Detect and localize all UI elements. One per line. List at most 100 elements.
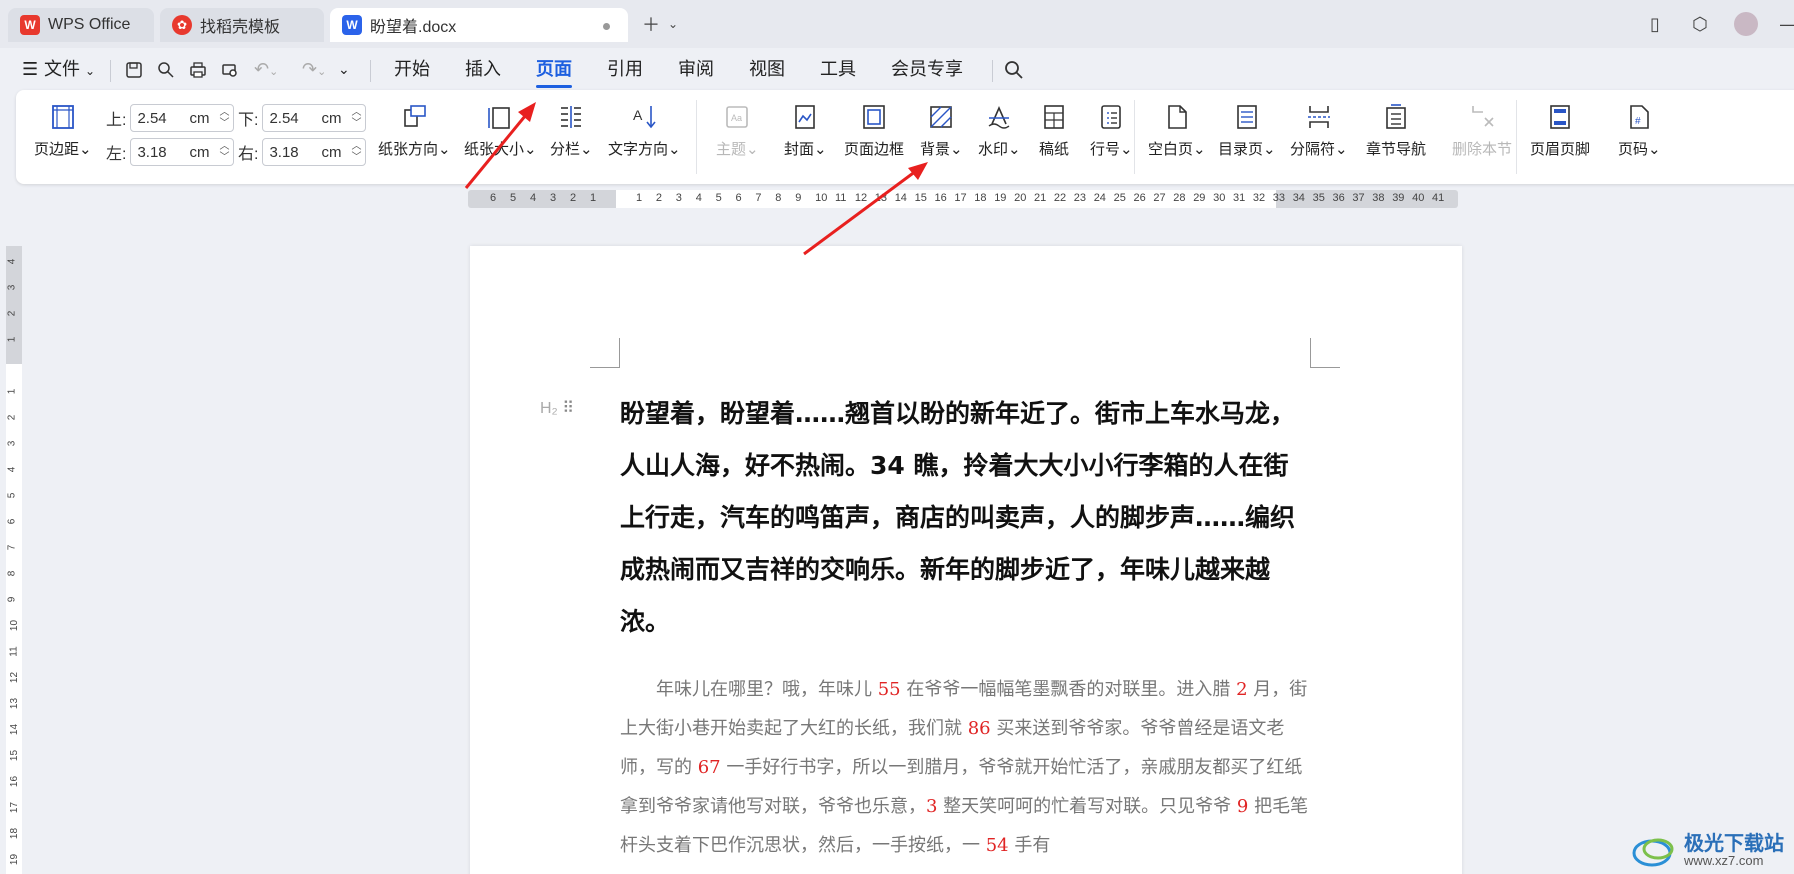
delete-section-icon — [1472, 106, 1494, 127]
header-footer-button[interactable]: 页眉页脚 — [1530, 102, 1590, 159]
ruler-tick-label: 17 — [954, 192, 967, 204]
tab-templates[interactable]: ✿ 找稻壳模板 — [160, 8, 324, 42]
ruler-tick-label: 22 — [1053, 192, 1067, 204]
ruler-tick-label: 1 — [636, 192, 643, 204]
menu-view[interactable]: 视图 — [749, 56, 785, 82]
ruler-tick-label: 34 — [1292, 192, 1305, 204]
cover-button[interactable]: 封面⌄ — [784, 102, 827, 159]
page-border-button[interactable]: 页面边框 — [844, 102, 904, 159]
background-icon — [930, 106, 953, 128]
ruler-tick-label: 16 — [934, 192, 947, 204]
unit-label: cm — [321, 109, 342, 127]
site-logo-icon — [1632, 838, 1674, 867]
margin-right-label: 右: — [238, 146, 259, 163]
divider — [370, 60, 371, 82]
vertical-ruler[interactable]: 4 3 2 1 1 2 3 4 5 6 7 8 9 10 11 12 13 14 15 16 17 18 19 — [6, 246, 22, 874]
redo-icon[interactable]: ↷⌄ — [302, 56, 326, 82]
spinner-icon[interactable]: ︿ ﹀ — [351, 107, 361, 129]
new-tab-button[interactable]: ＋ ⌄ — [642, 12, 678, 36]
ruler-tick-label: 15 — [9, 749, 21, 762]
margin-left-value[interactable]: 3.18 — [137, 144, 166, 161]
ruler-tick-label: 1 — [6, 336, 18, 343]
unsaved-indicator-icon — [603, 23, 610, 30]
orientation-button[interactable]: 纸张方向⌄ — [378, 102, 451, 159]
tab-document[interactable]: W 盼望着.docx — [330, 8, 628, 42]
menu-start[interactable]: 开始 — [394, 56, 430, 82]
page-number-button[interactable]: # 页码⌄ — [1618, 102, 1661, 159]
paragraph-text: 整天笑呵呵的忙着写对联。只见爷爷 — [937, 796, 1237, 817]
inline-number: 86 — [967, 718, 991, 739]
watermark-button[interactable]: 水印⌄ — [978, 102, 1021, 159]
margin-top-value[interactable]: 2.54 — [137, 110, 166, 127]
delete-section-label: 删除本节 — [1452, 141, 1513, 158]
margin-bottom-field[interactable]: 下: 2.54 cm ︿ ﹀ — [238, 104, 367, 132]
menu-tools[interactable]: 工具 — [820, 56, 856, 82]
margin-top-field[interactable]: 上: 2.54 cm ︿ ﹀ — [106, 104, 235, 132]
ruler-tick-label: 4 — [695, 192, 702, 204]
ruler-tick-label: 13 — [9, 697, 21, 710]
manuscript-icon — [1044, 105, 1064, 129]
tab-label: WPS Office — [48, 16, 131, 33]
inline-number: 9 — [1236, 796, 1249, 817]
toc-page-button[interactable]: 目录页⌄ — [1218, 102, 1276, 159]
ruler-tick-label: 7 — [755, 192, 762, 204]
tab-wps-office[interactable]: W WPS Office — [8, 8, 154, 42]
hamburger-icon[interactable]: ☰ — [22, 56, 38, 82]
spinner-icon[interactable]: ︿ ﹀ — [219, 141, 229, 163]
cube-icon[interactable]: ⬡ — [1692, 12, 1708, 36]
more-quick-access-icon[interactable]: ⌄ — [338, 56, 350, 82]
watermark-label: 水印 — [978, 141, 1009, 158]
ruler-tick-label: 9 — [6, 596, 18, 603]
ruler-tick-label: 25 — [1113, 192, 1126, 204]
format-painter-icon[interactable] — [156, 60, 176, 80]
theme-button[interactable]: Aa 主题⌄ — [716, 102, 759, 159]
wps-logo-icon: W — [20, 15, 40, 35]
delete-section-button[interactable]: 删除本节 — [1452, 102, 1512, 159]
horizontal-ruler[interactable]: 6543211234567891011121314151617181920212… — [468, 190, 1458, 208]
print-preview-icon[interactable] — [220, 60, 240, 80]
ruler-tick-label: 38 — [1372, 192, 1385, 204]
svg-text:A: A — [633, 107, 643, 123]
file-menu[interactable]: 文件 ⌄ — [44, 56, 95, 82]
menu-insert[interactable]: 插入 — [465, 56, 501, 82]
margin-left-field[interactable]: 左: 3.18 cm ︿ ﹀ — [106, 138, 235, 166]
margin-bottom-value[interactable]: 2.54 — [269, 110, 298, 127]
menu-member[interactable]: 会员专享 — [891, 56, 963, 82]
columns-button[interactable]: 分栏⌄ — [550, 102, 593, 159]
document-paragraph[interactable]: 年味儿在哪里？哦，年味儿 55 在爷爷一幅幅笔墨飘香的对联里。进入腊 2 月，街… — [620, 670, 1310, 865]
save-icon[interactable] — [124, 60, 144, 80]
menu-references[interactable]: 引用 — [607, 56, 643, 82]
blank-page-button[interactable]: 空白页⌄ — [1148, 102, 1206, 159]
separator-button[interactable]: 分隔符⌄ — [1290, 102, 1348, 159]
margins-label: 页边距 — [34, 141, 80, 158]
text-direction-button[interactable]: A 文字方向⌄ — [608, 102, 681, 159]
watermark-icon — [988, 106, 1010, 129]
minimize-button[interactable]: — — [1780, 12, 1794, 36]
undo-icon[interactable]: ↶⌄ — [254, 56, 278, 82]
manuscript-button[interactable]: 稿纸 — [1039, 102, 1069, 159]
line-number-icon — [1101, 105, 1122, 129]
search-icon[interactable] — [1004, 60, 1024, 80]
margins-button[interactable]: 页边距⌄ — [34, 102, 92, 159]
spinner-icon[interactable]: ︿ ﹀ — [351, 141, 361, 163]
margin-right-field[interactable]: 右: 3.18 cm ︿ ﹀ — [238, 138, 367, 166]
menu-page[interactable]: 页面 — [536, 56, 572, 88]
ruler-tick-label: 6 — [735, 192, 742, 204]
line-number-button[interactable]: 行号⌄ — [1090, 102, 1133, 159]
toc-page-label: 目录页 — [1218, 141, 1264, 158]
spinner-icon[interactable]: ︿ ﹀ — [219, 107, 229, 129]
document-heading[interactable]: 盼望着，盼望着……翘首以盼的新年近了。街市上车水马龙，人山人海，好不热闹。34 … — [620, 388, 1310, 648]
background-button[interactable]: 背景⌄ — [920, 102, 963, 159]
writer-logo-icon: W — [342, 15, 362, 35]
section-nav-button[interactable]: 章节导航 — [1366, 102, 1426, 159]
divider — [1134, 100, 1135, 174]
avatar[interactable] — [1734, 12, 1758, 36]
menu-review[interactable]: 审阅 — [678, 56, 714, 82]
margin-bottom-label: 下: — [238, 112, 259, 129]
layout-icon[interactable]: ▯ — [1650, 12, 1660, 36]
heading-level-marker[interactable]: H₂ ⠿ — [540, 398, 574, 418]
margin-right-value[interactable]: 3.18 — [269, 144, 298, 161]
document-page[interactable]: H₂ ⠿ 盼望着，盼望着……翘首以盼的新年近了。街市上车水马龙，人山人海，好不热… — [470, 246, 1462, 874]
print-icon[interactable] — [188, 60, 208, 80]
annotation-arrow — [803, 162, 928, 256]
